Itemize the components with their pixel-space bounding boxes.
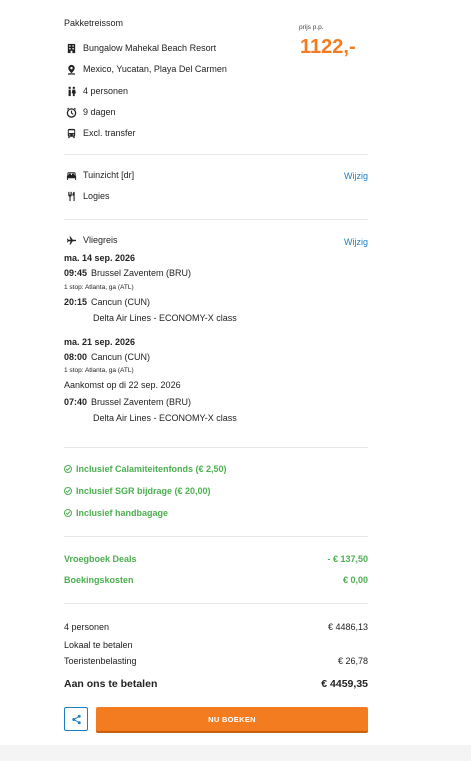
people-icon bbox=[64, 85, 78, 97]
outbound-departure: 09:45 Brussel Zaventem (BRU) bbox=[64, 268, 191, 278]
return-dep-airport: Cancun (CUN) bbox=[91, 352, 151, 362]
early-booking-value: - € 137,50 bbox=[327, 554, 368, 564]
booking-summary-card: Pakketreissom prijs p.p. 1122,- Bungalow… bbox=[0, 0, 471, 745]
return-dep-time: 08:00 bbox=[64, 352, 88, 362]
return-arr-time: 07:40 bbox=[64, 397, 88, 407]
divider bbox=[64, 603, 368, 604]
building-icon bbox=[64, 42, 78, 54]
outbound-date: ma. 14 sep. 2026 bbox=[64, 253, 136, 263]
outbound-arrival: 20:15 Cancun (CUN) bbox=[64, 297, 150, 307]
inclusion-label: Inclusief handbagage bbox=[76, 508, 169, 518]
package-title: Pakketreissom bbox=[64, 18, 124, 28]
outbound-dep-airport: Brussel Zaventem (BRU) bbox=[91, 268, 192, 278]
duration-text: 9 dagen bbox=[83, 107, 116, 117]
bus-icon bbox=[64, 127, 78, 139]
bed-icon bbox=[64, 169, 78, 181]
room-row: Tuinzicht [dr] bbox=[64, 169, 134, 181]
location-text: Mexico, Yucatan, Playa Del Carmen bbox=[83, 64, 227, 74]
outbound-carrier: Delta Air Lines - ECONOMY-X class bbox=[93, 313, 237, 323]
change-flight-link[interactable]: Wijzig bbox=[344, 237, 368, 247]
hotel-row: Bungalow Mahekal Beach Resort bbox=[64, 42, 216, 54]
persons-total-label: 4 personen bbox=[64, 622, 110, 632]
divider bbox=[64, 154, 368, 155]
inclusion-item: Inclusief SGR bijdrage (€ 20,00) bbox=[64, 486, 211, 496]
inclusion-item: Inclusief handbagage bbox=[64, 508, 168, 518]
check-circle-icon bbox=[64, 465, 72, 473]
check-circle-icon bbox=[64, 487, 72, 495]
amount-due-label: Aan ons te betalen bbox=[64, 678, 158, 690]
early-booking-label: Vroegboek Deals bbox=[64, 554, 137, 564]
check-circle-icon bbox=[64, 509, 72, 517]
outbound-stop: 1 stop: Atlanta, ga (ATL) bbox=[64, 284, 134, 291]
share-button[interactable] bbox=[64, 707, 88, 731]
inclusion-item: Inclusief Calamiteitenfonds (€ 2,50) bbox=[64, 464, 227, 474]
change-room-link[interactable]: Wijzig bbox=[344, 171, 368, 181]
persons-count: 4 personen bbox=[83, 86, 129, 96]
page-footer-band bbox=[0, 745, 471, 761]
price-label: prijs p.p. bbox=[299, 24, 324, 31]
book-now-button[interactable]: NU BOEKEN bbox=[96, 707, 368, 731]
divider bbox=[64, 447, 368, 448]
booking-fee-label: Boekingskosten bbox=[64, 575, 134, 585]
outbound-arr-time: 20:15 bbox=[64, 297, 88, 307]
persons-total-value: € 4486,13 bbox=[327, 622, 368, 632]
map-pin-icon bbox=[64, 63, 78, 75]
outbound-arr-airport: Cancun (CUN) bbox=[91, 297, 151, 307]
tourist-tax-label: Toeristenbelasting bbox=[64, 656, 137, 666]
hotel-name: Bungalow Mahekal Beach Resort bbox=[83, 43, 217, 53]
transfer-text: Excl. transfer bbox=[83, 128, 136, 138]
return-stop: 1 stop: Atlanta, ga (ATL) bbox=[64, 367, 134, 374]
cutlery-icon bbox=[64, 190, 78, 202]
divider bbox=[64, 536, 368, 537]
local-pay-label: Lokaal te betalen bbox=[64, 640, 133, 650]
airplane-icon bbox=[64, 234, 78, 246]
return-arrival-note: Aankomst op di 22 sep. 2026 bbox=[64, 380, 181, 390]
clock-icon bbox=[64, 106, 78, 118]
divider bbox=[64, 219, 368, 220]
duration-row: 9 dagen bbox=[64, 106, 116, 118]
outbound-dep-time: 09:45 bbox=[64, 268, 88, 278]
tourist-tax-value: € 26,78 bbox=[337, 656, 368, 666]
inclusion-label: Inclusief Calamiteitenfonds (€ 2,50) bbox=[76, 464, 227, 474]
return-departure: 08:00 Cancun (CUN) bbox=[64, 352, 150, 362]
flight-header: Vliegreis bbox=[64, 234, 118, 246]
flight-title: Vliegreis bbox=[83, 235, 118, 245]
amount-due-value: € 4459,35 bbox=[321, 678, 368, 690]
return-arrival: 07:40 Brussel Zaventem (BRU) bbox=[64, 397, 191, 407]
inclusion-label: Inclusief SGR bijdrage (€ 20,00) bbox=[76, 486, 211, 496]
location-row: Mexico, Yucatan, Playa Del Carmen bbox=[64, 63, 227, 75]
board-row: Logies bbox=[64, 190, 110, 202]
share-icon bbox=[71, 714, 82, 725]
transfer-row: Excl. transfer bbox=[64, 127, 136, 139]
return-arr-airport: Brussel Zaventem (BRU) bbox=[91, 397, 192, 407]
persons-row: 4 personen bbox=[64, 85, 128, 97]
board-type: Logies bbox=[83, 191, 110, 201]
return-carrier: Delta Air Lines - ECONOMY-X class bbox=[93, 413, 237, 423]
price-per-person: 1122,- bbox=[300, 36, 356, 58]
booking-fee-value: € 0,00 bbox=[342, 575, 368, 585]
room-view: Tuinzicht [dr] bbox=[83, 170, 135, 180]
return-date: ma. 21 sep. 2026 bbox=[64, 337, 136, 347]
